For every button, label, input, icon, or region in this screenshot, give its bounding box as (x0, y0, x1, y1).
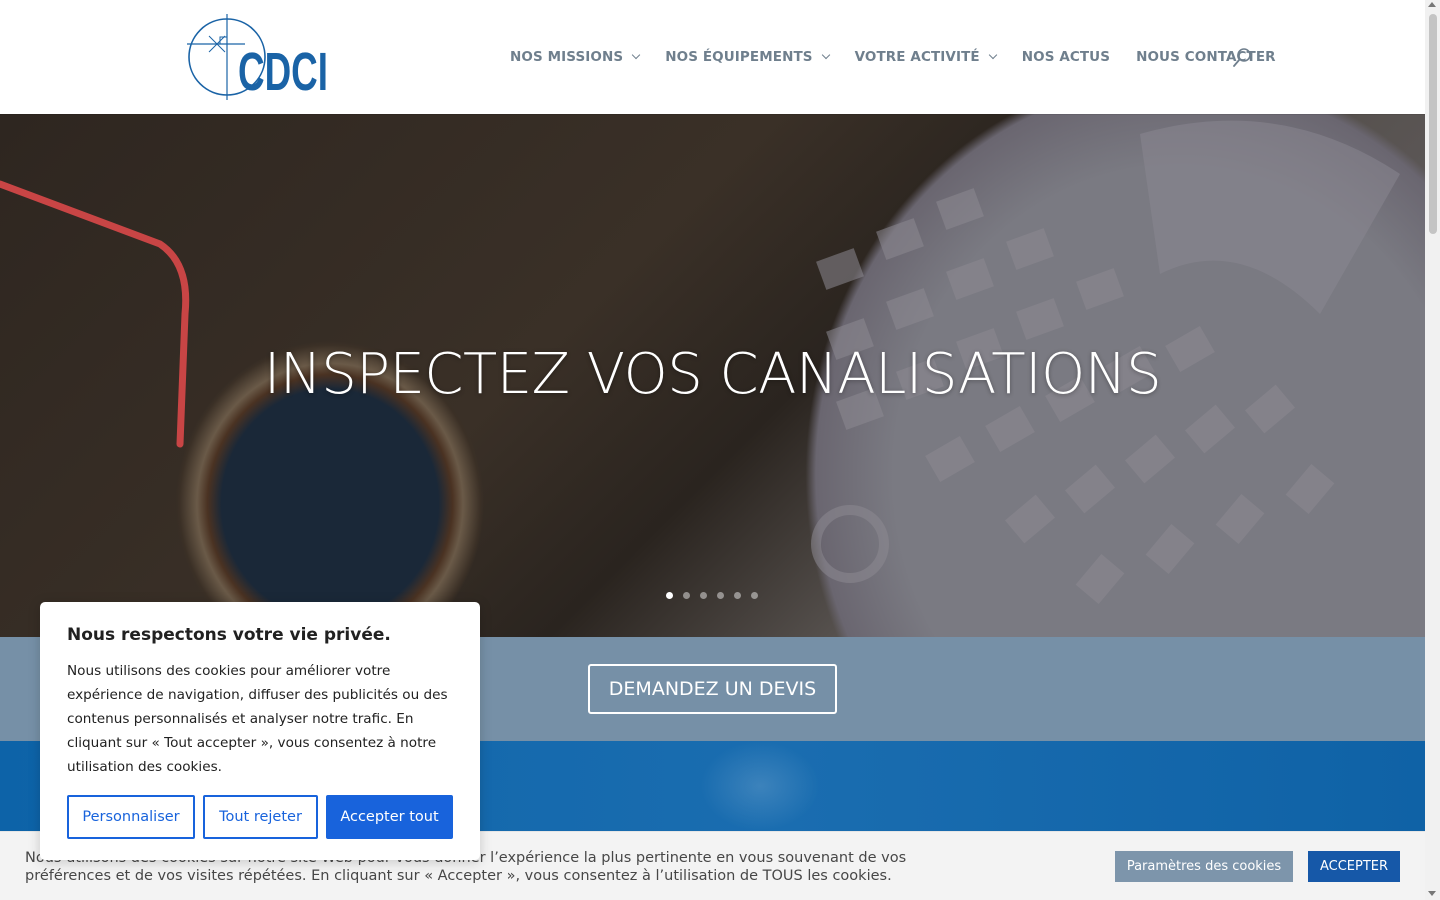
cdci-logo[interactable]: CDCI (187, 14, 332, 102)
nav-votre-activite[interactable]: VOTRE ACTIVITÉ (854, 49, 997, 65)
scrollbar-thumb[interactable] (1429, 14, 1437, 234)
request-quote-button[interactable]: DEMANDEZ UN DEVIS (588, 664, 837, 714)
accept-all-button[interactable]: Accepter tout (326, 795, 453, 839)
nav-label: NOUS CONTACTER (1136, 49, 1276, 65)
privacy-popup: Nous respectons votre vie privée. Nous u… (40, 602, 480, 860)
logo-text: CDCI (238, 42, 328, 100)
cookie-accept-button[interactable]: ACCEPTER (1308, 851, 1400, 882)
chevron-down-icon (631, 50, 641, 60)
nav-nous-contacter[interactable]: NOUS CONTACTER (1136, 49, 1276, 65)
nav-label: NOS ACTUS (1021, 49, 1111, 65)
nav-label: NOS ÉQUIPEMENTS (665, 49, 813, 65)
hero-title: INSPECTEZ VOS CANALISATIONS (263, 342, 1162, 407)
nav-label: VOTRE ACTIVITÉ (854, 49, 980, 65)
chevron-down-icon (988, 50, 997, 60)
slider-dot-1[interactable] (666, 592, 673, 599)
slider-dot-4[interactable] (717, 592, 724, 599)
nav-nos-missions[interactable]: NOS MISSIONS (510, 49, 641, 65)
slider-dot-5[interactable] (734, 592, 741, 599)
privacy-popup-title: Nous respectons votre vie privée. (67, 625, 391, 645)
reject-all-button[interactable]: Tout rejeter (203, 795, 318, 839)
nav-nos-equipements[interactable]: NOS ÉQUIPEMENTS (665, 49, 830, 65)
scroll-up-arrow-icon[interactable] (1428, 2, 1436, 7)
main-nav: NOS MISSIONS NOS ÉQUIPEMENTS VOTRE ACTIV… (510, 46, 1302, 68)
nav-nos-actus[interactable]: NOS ACTUS (1022, 49, 1110, 65)
chevron-down-icon (821, 50, 830, 60)
privacy-popup-body: Nous utilisons des cookies pour améliore… (67, 663, 448, 775)
slider-dot-6[interactable] (751, 592, 758, 599)
cookie-settings-button[interactable]: Paramètres des cookies (1115, 851, 1293, 882)
slider-dots (666, 592, 768, 599)
background-decoration (700, 741, 820, 831)
slider-dot-3[interactable] (700, 592, 707, 599)
search-icon[interactable] (1233, 48, 1251, 68)
customize-button[interactable]: Personnaliser (67, 795, 195, 839)
slider-dot-2[interactable] (683, 592, 690, 599)
scroll-down-arrow-icon[interactable] (1428, 891, 1436, 896)
nav-label: NOS MISSIONS (510, 49, 624, 65)
logo-graphic: CDCI (187, 14, 328, 102)
site-header: CDCI NOS MISSIONS NOS ÉQUIPEMENTS VOTRE … (0, 0, 1425, 114)
hero-slider: INSPECTEZ VOS CANALISATIONS (0, 114, 1425, 637)
